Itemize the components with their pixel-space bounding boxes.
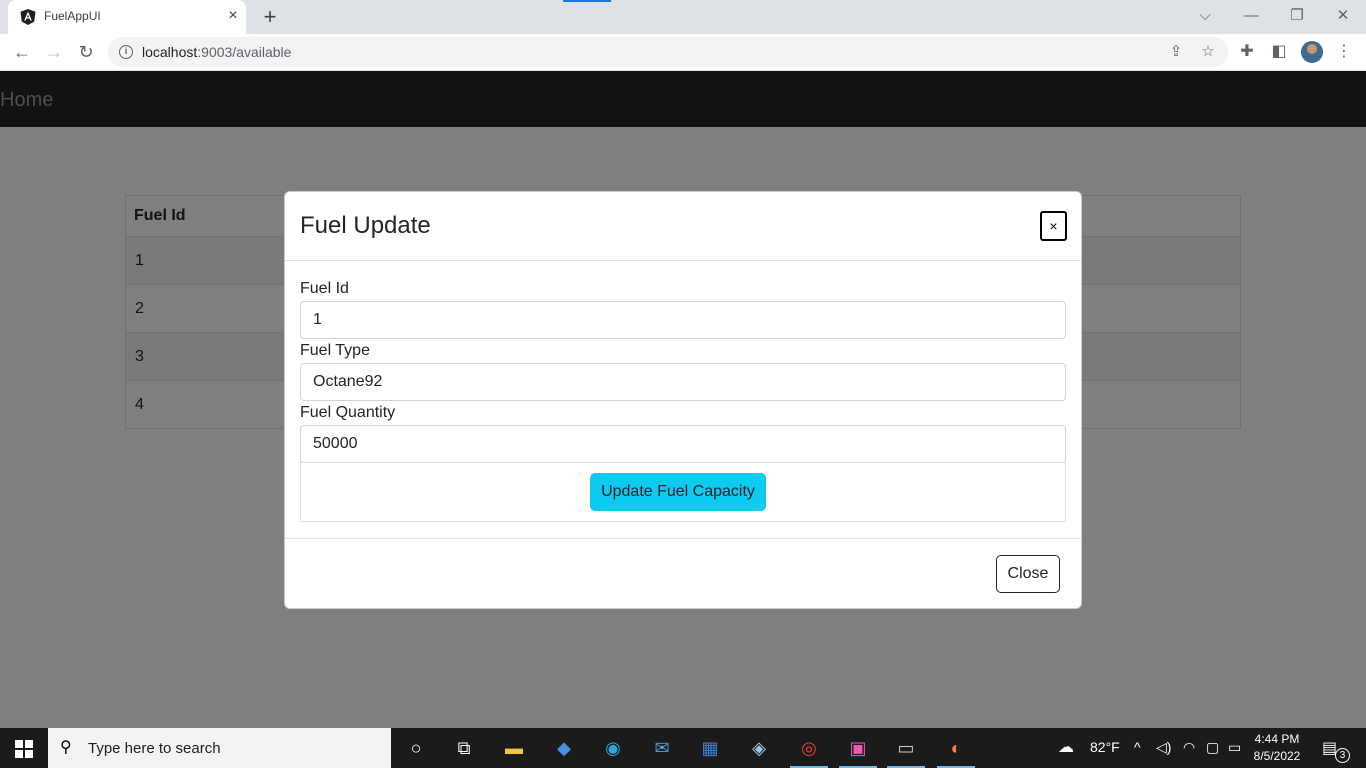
modal-header: Fuel Update × xyxy=(285,192,1081,261)
file-explorer-icon[interactable]: ▬ xyxy=(501,736,527,760)
app-icon[interactable]: ◆ xyxy=(551,736,577,760)
wifi-icon[interactable]: ◠ xyxy=(1183,739,1195,756)
close-button[interactable]: Close xyxy=(996,555,1060,593)
weather-cloud-icon[interactable]: ☁ xyxy=(1058,737,1074,757)
fuel-type-input[interactable]: Octane92 xyxy=(300,363,1066,401)
fuel-id-input[interactable]: 1 xyxy=(300,301,1066,339)
submit-container: Update Fuel Capacity xyxy=(300,462,1066,522)
task-view-icon[interactable]: ⧉ xyxy=(451,736,477,760)
intellij-icon[interactable]: ▣ xyxy=(845,736,871,760)
search-placeholder: Type here to search xyxy=(88,740,221,757)
fuel-type-label: Fuel Type xyxy=(300,342,370,359)
cortana-icon[interactable]: ○ xyxy=(403,736,429,760)
minimize-button[interactable]: — xyxy=(1239,4,1263,28)
modal-title: Fuel Update xyxy=(300,212,431,239)
store-icon[interactable]: ▦ xyxy=(697,736,723,760)
modal-footer: Close xyxy=(285,538,1081,608)
url-host: localhost xyxy=(142,44,198,60)
site-info-icon[interactable]: i xyxy=(119,45,133,59)
reload-icon[interactable]: ↻ xyxy=(74,40,98,64)
meet-now-icon[interactable]: ▢ xyxy=(1206,739,1219,756)
volume-icon[interactable]: ◁) xyxy=(1156,739,1171,756)
browser-tab[interactable]: FuelAppUI × xyxy=(8,0,246,34)
show-hidden-icons-icon[interactable]: ^ xyxy=(1134,739,1141,755)
tab-strip-accent xyxy=(563,0,611,2)
fuel-quantity-label: Fuel Quantity xyxy=(300,404,396,421)
postman-icon[interactable]: ◐ xyxy=(943,736,969,760)
update-fuel-capacity-button[interactable]: Update Fuel Capacity xyxy=(590,473,766,511)
fuel-update-modal: Fuel Update × Fuel Id 1 Fuel Type Octane… xyxy=(284,191,1082,609)
url-path: :9003/available xyxy=(197,44,292,60)
terminal-icon[interactable]: ▭ xyxy=(893,736,919,760)
tab-title: FuelAppUI xyxy=(44,9,101,23)
weather-temperature[interactable]: 82°F xyxy=(1090,739,1120,755)
battery-icon[interactable]: ▭ xyxy=(1228,739,1241,756)
windows-start-icon[interactable] xyxy=(15,740,33,758)
edge-icon[interactable]: ◉ xyxy=(600,736,626,760)
clock-time: 4:44 PM xyxy=(1254,732,1300,746)
tab-search-icon[interactable]: ⌵ xyxy=(1193,4,1217,28)
address-bar[interactable]: i localhost:9003/available ⇪ ☆ xyxy=(108,37,1228,67)
clock-date: 8/5/2022 xyxy=(1253,749,1301,763)
windows-taskbar: ⚲ Type here to search ○ ⧉ ▬ ◆ ◉ ✉ ▦ ◈ ◎ … xyxy=(0,728,1366,768)
back-arrow-icon[interactable]: ← xyxy=(10,40,34,64)
url-text: localhost:9003/available xyxy=(142,44,291,60)
fuel-quantity-input[interactable]: 50000 xyxy=(300,425,1066,463)
browser-tab-strip: FuelAppUI × + ⌵ — ❐ ✕ xyxy=(0,0,1366,34)
side-panel-icon[interactable]: ◧ xyxy=(1268,41,1290,63)
browser-toolbar: ← → ↻ i localhost:9003/available ⇪ ☆ ✚ ◧… xyxy=(0,34,1366,71)
chrome-icon[interactable]: ◎ xyxy=(796,736,822,760)
app-icon-2[interactable]: ◈ xyxy=(746,736,772,760)
extensions-puzzle-icon[interactable]: ✚ xyxy=(1236,41,1258,63)
close-window-button[interactable]: ✕ xyxy=(1331,4,1355,28)
modal-close-x-button[interactable]: × xyxy=(1040,211,1067,241)
tab-close-icon[interactable]: × xyxy=(224,7,242,25)
profile-avatar[interactable] xyxy=(1301,41,1323,63)
browser-menu-icon[interactable]: ⋮ xyxy=(1333,41,1355,63)
forward-arrow-icon[interactable]: → xyxy=(42,40,66,64)
new-tab-button[interactable]: + xyxy=(258,5,282,29)
fuel-id-label: Fuel Id xyxy=(300,280,349,297)
search-icon: ⚲ xyxy=(60,739,72,756)
restore-button[interactable]: ❐ xyxy=(1285,4,1309,28)
taskbar-clock[interactable]: 4:44 PM 8/5/2022 xyxy=(1252,731,1302,765)
bookmark-star-icon[interactable]: ☆ xyxy=(1198,42,1218,62)
taskbar-search-box[interactable]: ⚲ Type here to search xyxy=(48,728,391,768)
mail-icon[interactable]: ✉ xyxy=(649,736,675,760)
notification-count-badge: 3 xyxy=(1335,748,1350,763)
angular-logo-icon xyxy=(20,9,36,25)
share-icon[interactable]: ⇪ xyxy=(1166,42,1186,62)
